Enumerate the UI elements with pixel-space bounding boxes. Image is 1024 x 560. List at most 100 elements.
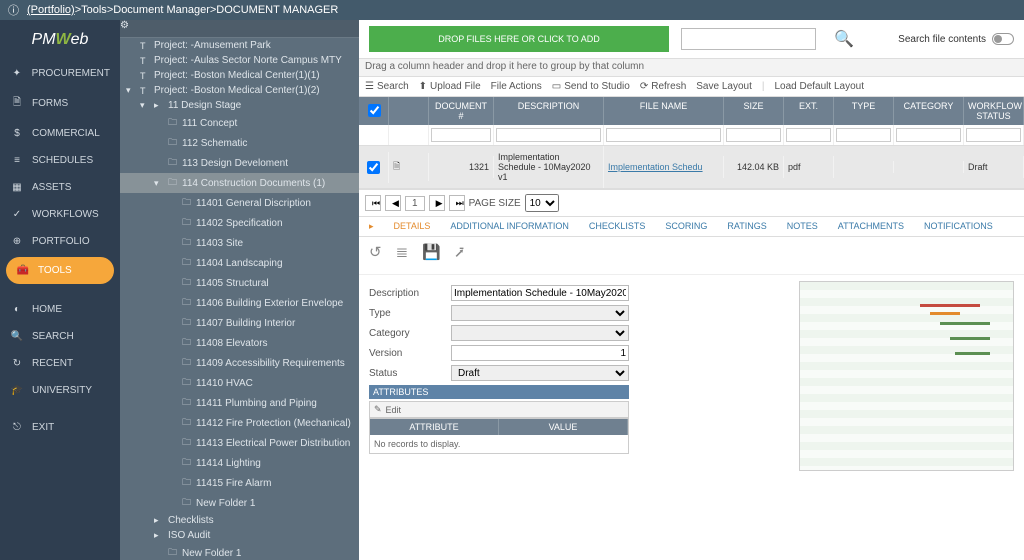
tree-node[interactable]: 🗀11405 Structural: [120, 273, 359, 293]
open-icon[interactable]: ⭷: [455, 243, 464, 268]
toolbar-actions[interactable]: File Actions: [491, 81, 542, 92]
filter-size[interactable]: [726, 128, 781, 142]
tree-caret-icon[interactable]: ▾: [126, 85, 136, 96]
tree-caret-icon[interactable]: ▾: [140, 100, 150, 111]
toolbar-search[interactable]: ☰ Search: [365, 81, 409, 92]
tree-node[interactable]: 🗀11413 Electrical Power Distribution: [120, 433, 359, 453]
field-status[interactable]: Draft: [451, 365, 629, 381]
nav-item-forms[interactable]: 🗎FORMS: [0, 87, 120, 120]
cell-filename[interactable]: Implementation Schedu: [608, 162, 703, 172]
tree-node[interactable]: 🗀11412 Fire Protection (Mechanical): [120, 413, 359, 433]
tab-scoring[interactable]: SCORING: [665, 221, 707, 232]
col-category[interactable]: CATEGORY: [894, 97, 964, 125]
tab-notes[interactable]: NOTES: [787, 221, 818, 232]
tab-checklists[interactable]: CHECKLISTS: [589, 221, 646, 232]
nav-item-search[interactable]: 🔍SEARCH: [0, 323, 120, 350]
tab-notifications[interactable]: NOTIFICATIONS: [924, 221, 993, 232]
breadcrumb-item[interactable]: Document Manager: [113, 4, 210, 16]
tree-node[interactable]: TProject: -Aulas Sector Norte Campus MTY: [120, 53, 359, 68]
nav-item-workflows[interactable]: ✓WORKFLOWS: [0, 201, 120, 228]
tree-node[interactable]: TProject: -Boston Medical Center(1)(1): [120, 68, 359, 83]
nav-item-procurement[interactable]: ✦PROCUREMENT: [0, 60, 120, 87]
tree-node[interactable]: 🗀11404 Landscaping: [120, 253, 359, 273]
toolbar-refresh[interactable]: ⟳ Refresh: [640, 81, 686, 92]
pager-last[interactable]: ⏭: [449, 195, 465, 211]
tree-node[interactable]: 🗀11408 Elevators: [120, 333, 359, 353]
nav-item-home[interactable]: ◐HOME: [0, 296, 120, 323]
filter-workflow[interactable]: [966, 128, 1021, 142]
col-filename[interactable]: FILE NAME: [604, 97, 724, 125]
nav-item-tools[interactable]: 🧰TOOLS: [6, 257, 114, 284]
tree-node[interactable]: 🗀11414 Lighting: [120, 453, 359, 473]
dropzone[interactable]: DROP FILES HERE OR CLICK TO ADD: [369, 26, 669, 52]
grid-row[interactable]: 🗎 1321 Implementation Schedule - 10May20…: [359, 146, 1024, 189]
attributes-edit-button[interactable]: ✎ Edit: [369, 401, 629, 418]
project-tree[interactable]: ⚙ TProject: -Amusement ParkTProject: -Au…: [120, 20, 359, 560]
tree-caret-icon[interactable]: ▾: [154, 178, 164, 189]
filter-filename[interactable]: [606, 128, 721, 142]
tab-details[interactable]: DETAILS: [394, 221, 431, 232]
select-all-checkbox[interactable]: [368, 104, 381, 117]
tree-node[interactable]: 🗀11403 Site: [120, 233, 359, 253]
tab-additional-info[interactable]: ADDITIONAL INFORMATION: [450, 221, 569, 232]
search-icon[interactable]: 🔍: [828, 29, 860, 49]
nav-item-schedules[interactable]: ≡SCHEDULES: [0, 147, 120, 174]
pager-prev[interactable]: ◀: [385, 195, 401, 211]
tree-node[interactable]: 🗀11402 Specification: [120, 213, 359, 233]
tab-ratings[interactable]: RATINGS: [727, 221, 766, 232]
col-description[interactable]: DESCRIPTION: [494, 97, 604, 125]
tree-node[interactable]: 🗀11401 General Discription: [120, 193, 359, 213]
search-input[interactable]: [681, 28, 816, 50]
field-category[interactable]: [451, 325, 629, 341]
tree-node[interactable]: 🗀11406 Building Exterior Envelope: [120, 293, 359, 313]
tree-node[interactable]: ▾▸11 Design Stage: [120, 98, 359, 113]
filter-description[interactable]: [496, 128, 601, 142]
tree-node[interactable]: 🗀11410 HVAC: [120, 373, 359, 393]
tree-node[interactable]: ▸Checklists: [120, 513, 359, 528]
col-workflow[interactable]: WORKFLOW STATUS: [964, 97, 1024, 125]
breadcrumb-root[interactable]: (Portfolio): [27, 4, 75, 16]
group-by-bar[interactable]: Drag a column header and drop it here to…: [359, 59, 1024, 77]
save-icon[interactable]: 💾: [422, 243, 441, 268]
tree-node[interactable]: TProject: -Amusement Park: [120, 38, 359, 53]
toolbar-upload[interactable]: ⬆ Upload File: [419, 81, 481, 92]
filter-ext[interactable]: [786, 128, 831, 142]
tree-node[interactable]: 🗀11407 Building Interior: [120, 313, 359, 333]
col-ext[interactable]: EXT.: [784, 97, 834, 125]
info-icon[interactable]: ⓘ: [8, 2, 19, 18]
nav-item-university[interactable]: 🎓UNIVERSITY: [0, 377, 120, 404]
tree-node[interactable]: 🗀112 Schematic: [120, 133, 359, 153]
undo-icon[interactable]: ↺: [369, 243, 382, 268]
attachment-icon[interactable]: 🗎: [389, 153, 429, 181]
breadcrumb-item[interactable]: Tools: [81, 4, 107, 16]
filter-category[interactable]: [896, 128, 961, 142]
nav-item-assets[interactable]: ▦ASSETS: [0, 174, 120, 201]
tree-node[interactable]: 🗀New Folder 1: [120, 543, 359, 560]
tree-node[interactable]: 🗀11415 Fire Alarm: [120, 473, 359, 493]
tree-node[interactable]: 🗀11409 Accessibility Requirements: [120, 353, 359, 373]
tree-node[interactable]: 🗀111 Concept: [120, 113, 359, 133]
tree-node[interactable]: ▾🗀114 Construction Documents (1): [120, 173, 359, 193]
tree-node[interactable]: ▾TProject: -Boston Medical Center(1)(2): [120, 83, 359, 98]
field-description[interactable]: [451, 285, 629, 301]
toolbar-load[interactable]: Load Default Layout: [774, 81, 864, 92]
tab-attachments[interactable]: ATTACHMENTS: [838, 221, 904, 232]
field-version[interactable]: [451, 345, 629, 361]
filter-type[interactable]: [836, 128, 891, 142]
toolbar-studio[interactable]: ▭ Send to Studio: [552, 81, 630, 92]
row-checkbox[interactable]: [367, 161, 380, 174]
col-size[interactable]: SIZE: [724, 97, 784, 125]
pager-next[interactable]: ▶: [429, 195, 445, 211]
list-icon[interactable]: ≣: [396, 243, 409, 268]
nav-item-portfolio[interactable]: ⊕PORTFOLIO: [0, 228, 120, 255]
filter-document[interactable]: [431, 128, 491, 142]
tree-node[interactable]: 🗀11411 Plumbing and Piping: [120, 393, 359, 413]
search-contents-toggle[interactable]: [992, 33, 1014, 45]
pagesize-select[interactable]: 10: [525, 194, 559, 212]
nav-item-recent[interactable]: ↻RECENT: [0, 350, 120, 377]
pager-page[interactable]: 1: [405, 196, 425, 211]
document-preview[interactable]: [641, 281, 1014, 471]
tree-node[interactable]: 🗀New Folder 1: [120, 493, 359, 513]
field-type[interactable]: [451, 305, 629, 321]
tree-toolbar[interactable]: ⚙: [120, 20, 359, 38]
